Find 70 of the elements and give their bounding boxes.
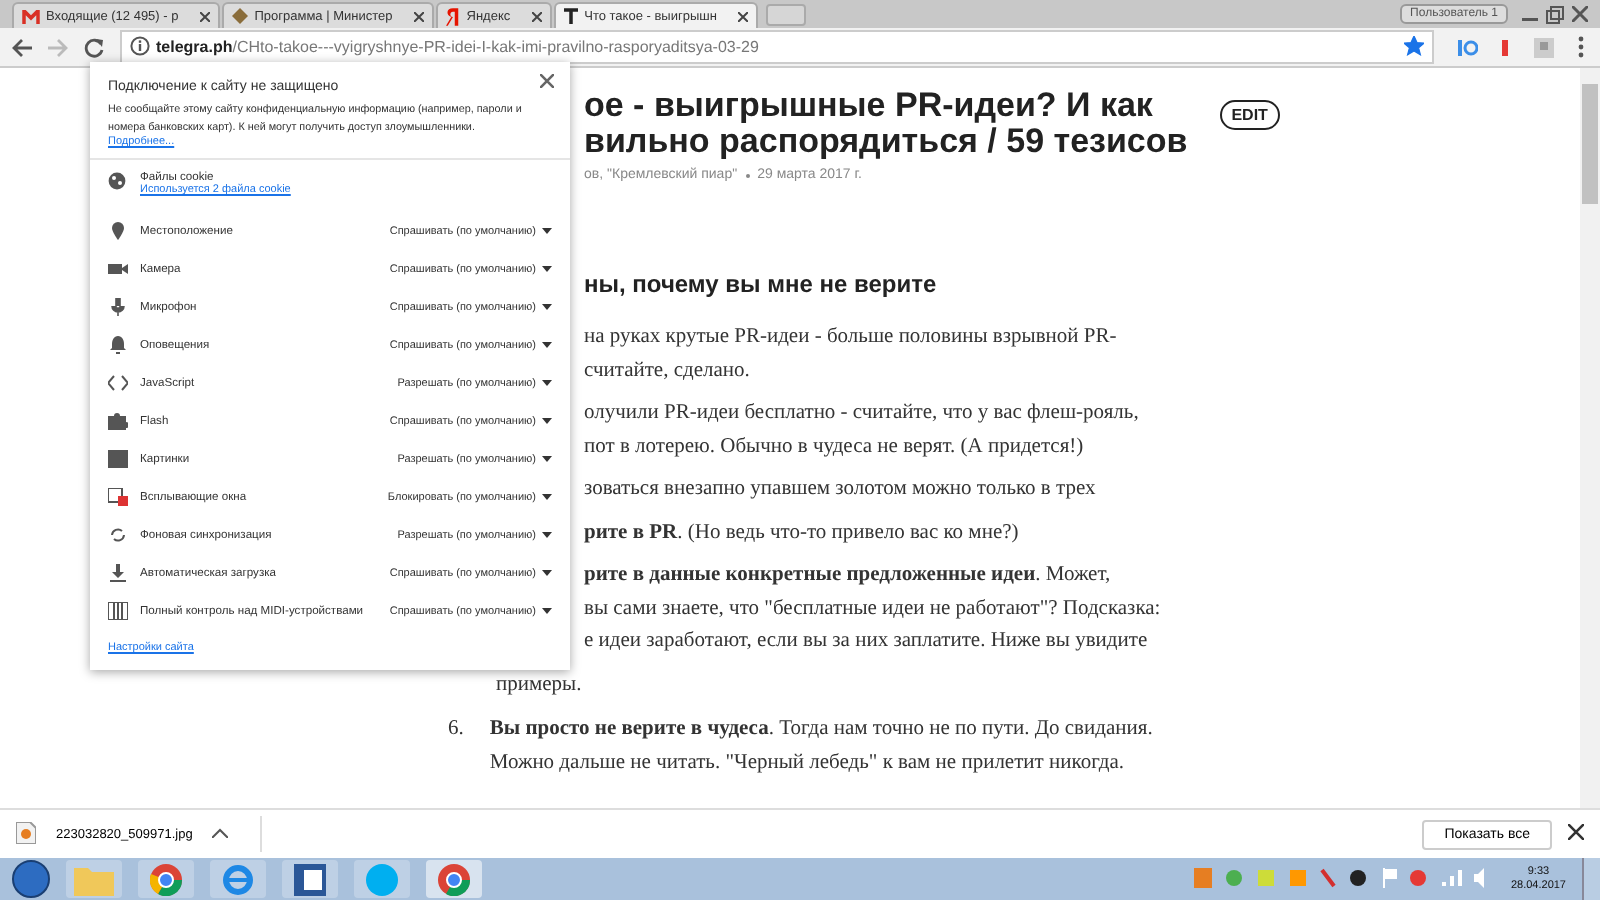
- paragraph-line: Вы просто не верите в чудеса. Тогда нам точно не по пути. До свидания.: [489, 716, 1153, 744]
- paragraph-line: примеры.: [496, 671, 584, 699]
- close-icon[interactable]: [532, 11, 543, 21]
- separator-dot: [745, 173, 750, 177]
- browser-icon[interactable]: [426, 860, 482, 898]
- info-icon[interactable]: [130, 35, 150, 59]
- paragraph-line: считайте, сделано.: [584, 357, 752, 385]
- paragraph-line: пот в лотерею. Обычно в чудеса не верят. (А придется!): [584, 433, 1086, 461]
- favicon-icon: [22, 9, 40, 23]
- midi-icon: [108, 602, 128, 620]
- extension-icon[interactable]: [1502, 39, 1510, 55]
- caret-icon: [542, 494, 552, 500]
- caret-icon: [542, 228, 552, 234]
- start-button[interactable]: [12, 860, 50, 898]
- section-heading: ны, почему вы мне не верите: [584, 270, 939, 298]
- image-file-icon: [16, 821, 36, 847]
- paragraph-line: олучили PR-идеи бесплатно - считайте, что у вас флеш-рояль,: [584, 400, 1141, 428]
- sync-icon: [108, 526, 128, 544]
- puzzle-icon: [108, 412, 128, 430]
- caret-icon[interactable]: [212, 827, 229, 841]
- browser-icon[interactable]: [210, 860, 266, 898]
- paragraph-line: рите в данные конкретные предложенные идеи. Может,: [584, 562, 1113, 590]
- document-icon[interactable]: [282, 860, 338, 898]
- article-title: вильно распорядиться / 59 тезисов: [584, 124, 1188, 160]
- scrollbar[interactable]: [1580, 68, 1600, 808]
- caret-icon: [542, 380, 552, 386]
- extension-icon[interactable]: [1534, 37, 1554, 57]
- bell-icon: [108, 336, 128, 354]
- list-number: 6.: [448, 716, 464, 744]
- pin-icon: [108, 222, 128, 240]
- close-icon[interactable]: [1568, 824, 1584, 844]
- caret-icon: [542, 456, 552, 462]
- address-bar[interactable]: telegra.ph/CHto-takoe---vyigryshnye-PR-idei-I-kak-imi-pravilno-rasporyaditsya-03-29: [120, 30, 1434, 64]
- back-icon[interactable]: [12, 37, 32, 57]
- code-icon: [108, 374, 128, 392]
- caret-icon: [542, 304, 552, 310]
- paragraph-line: рите в PR. (Но ведь что-то привело вас ко мне?): [584, 519, 1021, 547]
- extension-icon[interactable]: [1458, 39, 1478, 55]
- caret-icon: [542, 418, 552, 424]
- caret-icon: [542, 570, 552, 576]
- close-icon[interactable]: [200, 11, 211, 21]
- favicon-icon: [232, 8, 249, 24]
- url-text: telegra.ph/CHto-takoe---vyigryshnye-PR-idei-I-kak-imi-pravilno-rasporyaditsya-03-29: [156, 38, 759, 56]
- star-icon[interactable]: [1404, 35, 1424, 59]
- paragraph-line: вы сами знаете, что "бесплатные идеи не работают"? Подсказка:: [584, 595, 1163, 623]
- reload-icon[interactable]: [84, 37, 104, 57]
- close-icon[interactable]: [414, 11, 425, 21]
- mic-icon: [108, 298, 128, 316]
- caret-icon: [542, 608, 552, 614]
- download-icon: [108, 564, 128, 582]
- menu-icon[interactable]: [1578, 36, 1584, 58]
- restore-icon[interactable]: [1546, 5, 1564, 23]
- camera-icon: [108, 260, 128, 278]
- paragraph-line: зоваться внезапно упавшем золотом можно только в трех: [584, 476, 1098, 504]
- caret-icon: [542, 266, 552, 272]
- close-icon[interactable]: [540, 74, 554, 88]
- cookie-icon: [108, 172, 128, 190]
- article-title: ое - выигрышные PR-идеи? И как: [584, 88, 1155, 124]
- paragraph-line: Можно дальше не читать. "Черный лебедь" к вам не прилетит никогда.: [489, 749, 1126, 777]
- popup-icon: [108, 488, 128, 506]
- paragraph-line: на руках крутые PR-идеи - больше половины взрывной PR-: [584, 324, 1119, 352]
- caret-icon: [542, 532, 552, 538]
- paragraph-line: е идеи заработают, если вы за них заплатите. Ниже вы увидите: [584, 628, 1150, 656]
- image-icon: [108, 450, 128, 468]
- favicon-icon: [446, 7, 461, 25]
- close-icon[interactable]: [738, 11, 749, 21]
- browser-icon[interactable]: [138, 860, 194, 898]
- caret-icon: [542, 342, 552, 348]
- favicon-icon: [564, 8, 579, 24]
- edit-button[interactable]: EDIT: [1219, 100, 1280, 130]
